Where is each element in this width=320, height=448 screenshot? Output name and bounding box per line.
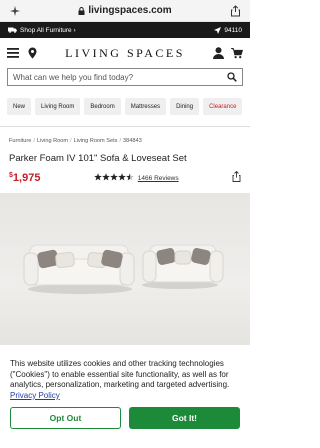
cookie-message: This website utilizes cookies and other … xyxy=(10,359,230,390)
hamburger-menu-icon[interactable] xyxy=(7,47,19,59)
cookie-text: This website utilizes cookies and other … xyxy=(10,359,240,401)
breadcrumb-separator: / xyxy=(70,138,72,144)
breadcrumb-sku: 384843 xyxy=(123,138,142,144)
sparkle-icon[interactable] xyxy=(9,5,21,17)
cookie-banner: This website utilizes cookies and other … xyxy=(0,350,250,448)
url-text: livingspaces.com xyxy=(88,5,172,16)
account-icon[interactable] xyxy=(212,47,224,59)
browser-bar: livingspaces.com xyxy=(0,0,250,22)
store-location-icon[interactable] xyxy=(26,47,38,59)
cookie-buttons: Opt Out Got It! xyxy=(10,407,240,430)
zip-selector[interactable]: 94110 xyxy=(214,26,242,34)
breadcrumb-furniture[interactable]: Furniture xyxy=(9,138,31,144)
loveseat-shape xyxy=(142,244,224,283)
reviews-link[interactable]: 1466 Reviews xyxy=(138,175,179,182)
breadcrumb: Furniture / Living Room / Living Room Sets/3… xyxy=(0,138,250,144)
search-icon[interactable] xyxy=(227,72,237,82)
address-bar[interactable]: livingspaces.com xyxy=(78,5,172,16)
product-title: Parker Foam IV 101" Sofa & Loveseat Set xyxy=(9,153,187,164)
breadcrumb-living-room-sets[interactable]: Living Room Sets xyxy=(74,138,118,144)
sofa-loveseat-illustration xyxy=(23,244,224,294)
sofa-shape xyxy=(23,244,135,286)
opt-out-button[interactable]: Opt Out xyxy=(10,407,121,430)
divider xyxy=(0,126,250,127)
category-pill-clearance[interactable]: Clearance xyxy=(203,98,243,115)
location-arrow-icon xyxy=(214,26,222,34)
price-amount: 1,975 xyxy=(12,172,41,184)
share-icon[interactable] xyxy=(229,4,241,17)
cart-icon[interactable] xyxy=(231,47,243,59)
breadcrumb-separator: / xyxy=(33,138,35,144)
rating-summary: 1466 Reviews xyxy=(93,173,179,183)
product-price: $1,975 xyxy=(9,172,40,184)
site-header: LIVING SPACES xyxy=(0,38,250,68)
product-image[interactable] xyxy=(0,193,250,345)
breadcrumb-living-room[interactable]: Living Room xyxy=(37,138,68,144)
category-nav: New Living Room Bedroom Mattresses Dinin… xyxy=(0,98,250,115)
share-icon[interactable] xyxy=(232,169,241,187)
top-strip: Shop All Furniture › 94110 xyxy=(0,22,250,38)
got-it-button[interactable]: Got It! xyxy=(129,407,240,430)
star-icon xyxy=(93,173,134,181)
breadcrumb-separator: / xyxy=(119,138,122,144)
star-rating xyxy=(93,173,134,183)
category-pill-mattresses[interactable]: Mattresses xyxy=(124,98,167,115)
search-bar[interactable] xyxy=(7,68,243,86)
shop-all-label: Shop All Furniture › xyxy=(20,26,76,34)
shop-all-link[interactable]: Shop All Furniture › xyxy=(8,27,76,34)
truck-icon xyxy=(8,27,17,33)
category-pill-new[interactable]: New xyxy=(7,98,32,115)
search-input[interactable] xyxy=(13,72,213,82)
category-pill-bedroom[interactable]: Bedroom xyxy=(84,98,121,115)
privacy-policy-link[interactable]: Privacy Policy xyxy=(10,391,60,400)
category-pill-living-room[interactable]: Living Room xyxy=(35,98,81,115)
lock-icon xyxy=(78,6,85,15)
category-pill-dining[interactable]: Dining xyxy=(170,98,200,115)
site-logo[interactable]: LIVING SPACES xyxy=(45,46,205,61)
zip-code: 94110 xyxy=(224,26,242,34)
price-rating-row: $1,975 1466 Reviews xyxy=(0,169,250,187)
